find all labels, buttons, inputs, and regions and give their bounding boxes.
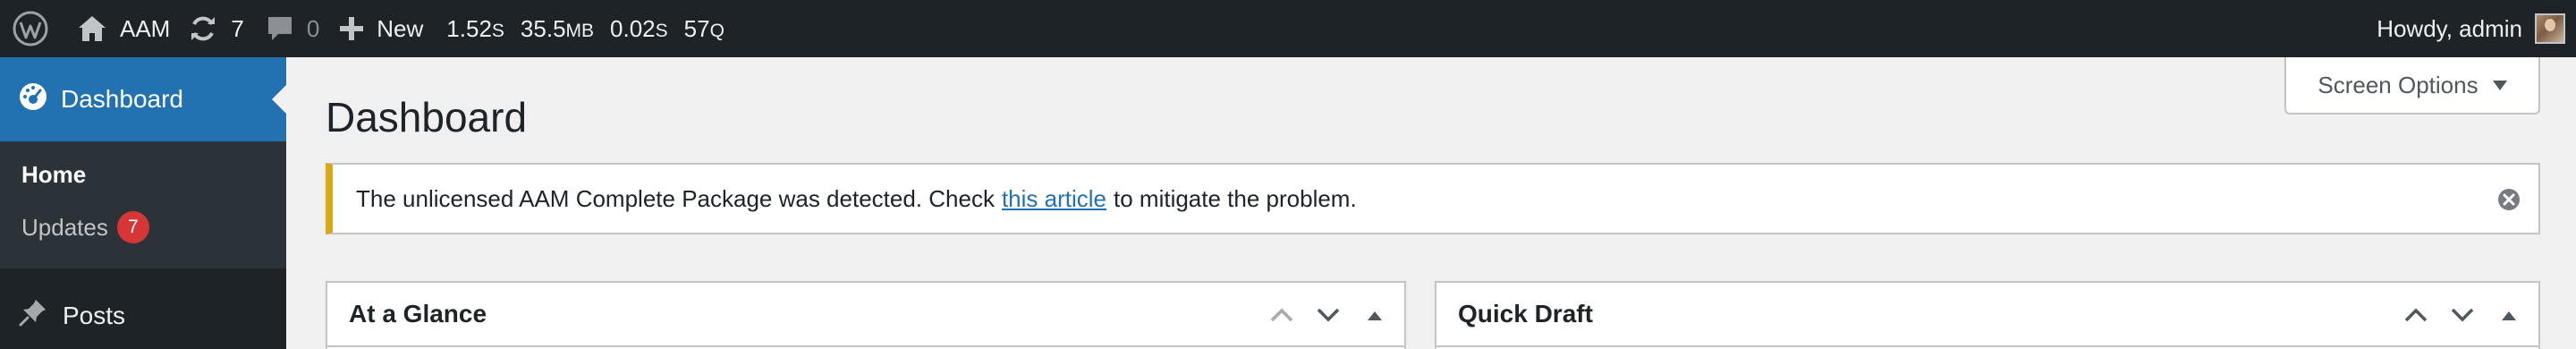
sidebar-item-posts[interactable]: Posts <box>18 297 125 334</box>
new-content-menu[interactable]: New <box>335 0 439 57</box>
toggle-panel-icon[interactable] <box>1354 297 1395 333</box>
pushpin-icon <box>18 297 48 334</box>
move-down-icon[interactable] <box>2442 297 2483 333</box>
screen-options-button[interactable]: Screen Options <box>2284 57 2540 115</box>
current-menu-arrow <box>272 85 286 114</box>
plus-icon <box>339 16 364 41</box>
stat-time: 1.52S <box>446 14 504 42</box>
wordpress-icon <box>13 11 48 47</box>
comment-icon <box>266 14 294 43</box>
page-title: Dashboard <box>326 94 528 140</box>
sidebar-item-label: Posts <box>63 301 126 329</box>
sidebar-item-label: Dashboard <box>61 85 183 113</box>
move-down-icon[interactable] <box>1308 297 1349 333</box>
updates-count: 7 <box>231 14 244 42</box>
my-account-menu[interactable]: Howdy, admin <box>2377 0 2565 57</box>
widget-handle-actions <box>2395 297 2529 333</box>
admin-sidebar: Dashboard Home Updates 7 Posts <box>0 57 286 349</box>
caret-down-icon <box>2492 80 2507 90</box>
license-warning-notice: The unlicensed AAM Complete Package was … <box>326 163 2540 234</box>
comments-count: 0 <box>306 14 320 42</box>
avatar <box>2535 13 2565 44</box>
widget-title: Quick Draft <box>1458 300 1593 328</box>
greeting: Howdy, admin <box>2377 14 2522 42</box>
notice-article-link[interactable]: this article <box>1002 185 1106 213</box>
update-icon <box>188 13 218 44</box>
submenu-item-label: Updates <box>21 213 108 241</box>
submenu-item-label: Home <box>21 161 87 188</box>
query-monitor-stats[interactable]: 1.52S 35.5MB 0.02S 57Q <box>439 0 732 57</box>
widget-at-a-glance: At a Glance <box>326 281 1406 349</box>
dashboard-icon <box>18 81 48 118</box>
dismiss-icon[interactable] <box>2496 186 2522 213</box>
wp-logo-menu[interactable] <box>0 0 61 57</box>
stat-db-time: 0.02S <box>610 14 668 42</box>
notice-text-after: to mitigate the problem. <box>1114 184 1357 212</box>
new-label: New <box>377 14 424 42</box>
home-icon <box>77 14 107 43</box>
widget-header[interactable]: At a Glance <box>327 283 1404 347</box>
updates-menu[interactable]: 7 <box>182 0 261 57</box>
admin-bar: AAM 7 0 New 1.52S 35.5MB 0.02S 57Q Howdy… <box>0 0 2576 57</box>
sidebar-item-dashboard[interactable]: Dashboard <box>0 57 286 141</box>
screen-options-label: Screen Options <box>2318 71 2479 98</box>
dashboard-submenu: Home Updates 7 <box>0 141 286 268</box>
widget-title: At a Glance <box>349 300 487 328</box>
site-name: AAM <box>120 14 171 42</box>
comments-menu[interactable]: 0 <box>262 0 335 57</box>
move-up-icon[interactable] <box>2395 297 2436 333</box>
stat-memory: 35.5MB <box>520 14 595 42</box>
move-up-icon[interactable] <box>1261 297 1302 333</box>
toggle-panel-icon[interactable] <box>2488 297 2529 333</box>
stat-queries: 57Q <box>683 14 724 42</box>
widget-quick-draft: Quick Draft <box>1435 281 2540 349</box>
site-name-menu[interactable]: AAM <box>61 0 182 57</box>
widget-handle-actions <box>1261 297 1395 333</box>
updates-badge: 7 <box>116 211 149 243</box>
submenu-item-home[interactable]: Home <box>21 161 86 189</box>
submenu-item-updates[interactable]: Updates 7 <box>21 211 149 243</box>
widget-header[interactable]: Quick Draft <box>1436 283 2538 347</box>
notice-text-before: The unlicensed AAM Complete Package was … <box>356 184 995 212</box>
